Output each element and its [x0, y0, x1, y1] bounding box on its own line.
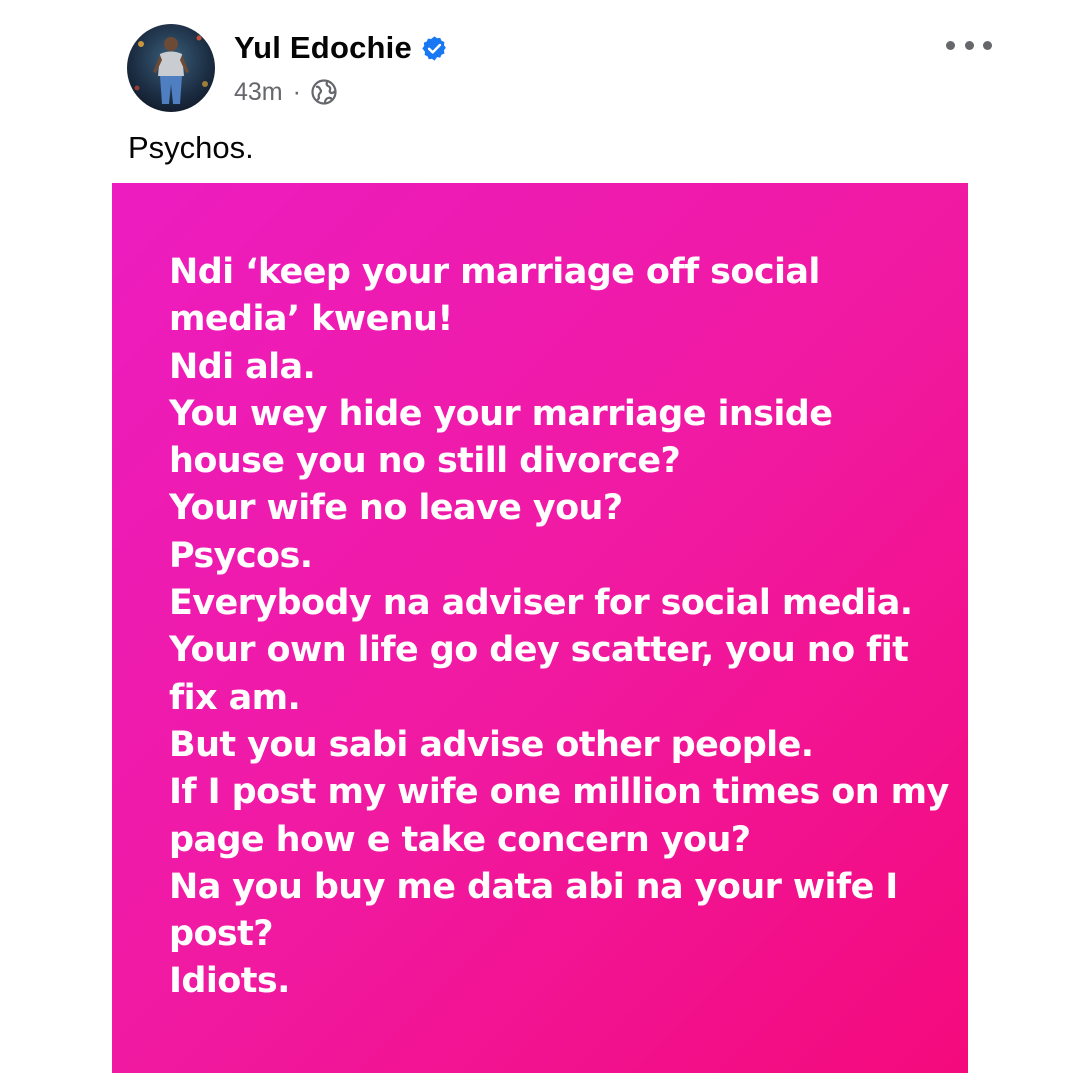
more-options-icon[interactable]	[946, 30, 992, 60]
image-text-line: page how e take concern you?	[169, 819, 751, 860]
post-timestamp[interactable]: 43m	[234, 78, 283, 107]
meta-separator: ·	[292, 77, 301, 106]
author-name[interactable]: Yul Edochie	[234, 30, 412, 66]
image-text-line: Ndi ala.	[169, 346, 316, 387]
more-dot	[946, 40, 955, 50]
image-text-line: Ndi ‘keep your marriage off social	[169, 252, 820, 292]
image-text-line: post?	[169, 914, 274, 955]
image-text-line: Your own life go dey scatter, you no fit	[169, 630, 909, 671]
image-text-line: If I post my wife one million times on m…	[169, 772, 949, 813]
globe-icon[interactable]	[310, 78, 338, 106]
image-text-line: fix am.	[169, 677, 301, 718]
image-text-line: But you sabi advise other people.	[169, 724, 814, 765]
image-text-line: house you no still divorce?	[169, 441, 681, 482]
image-text-line: You wey hide your marriage inside	[169, 393, 833, 434]
image-text-line: Your wife no leave you?	[169, 488, 623, 529]
post-caption: Psychos.	[128, 130, 254, 165]
image-text-line: Everybody na adviser for social media.	[169, 583, 913, 624]
post-header: Yul Edochie 43m ·	[127, 22, 448, 114]
image-text-line: Idiots.	[169, 961, 290, 1002]
verified-badge-icon	[421, 35, 448, 62]
author-row: Yul Edochie	[234, 27, 448, 69]
more-dot	[964, 40, 974, 50]
post-image[interactable]: Ndi ‘keep your marriage off social media…	[112, 183, 968, 1073]
image-text-line: media’ kwenu!	[169, 299, 453, 340]
avatar-photo	[127, 24, 215, 112]
image-text-line: Na you buy me data abi na your wife I	[169, 866, 898, 907]
post-meta: 43m ·	[234, 75, 448, 109]
image-text: Ndi ‘keep your marriage off social media…	[169, 249, 949, 1006]
author-block: Yul Edochie 43m ·	[234, 27, 448, 109]
more-dot	[983, 40, 992, 50]
image-text-line: Psycos.	[169, 535, 313, 576]
avatar[interactable]	[127, 24, 215, 112]
